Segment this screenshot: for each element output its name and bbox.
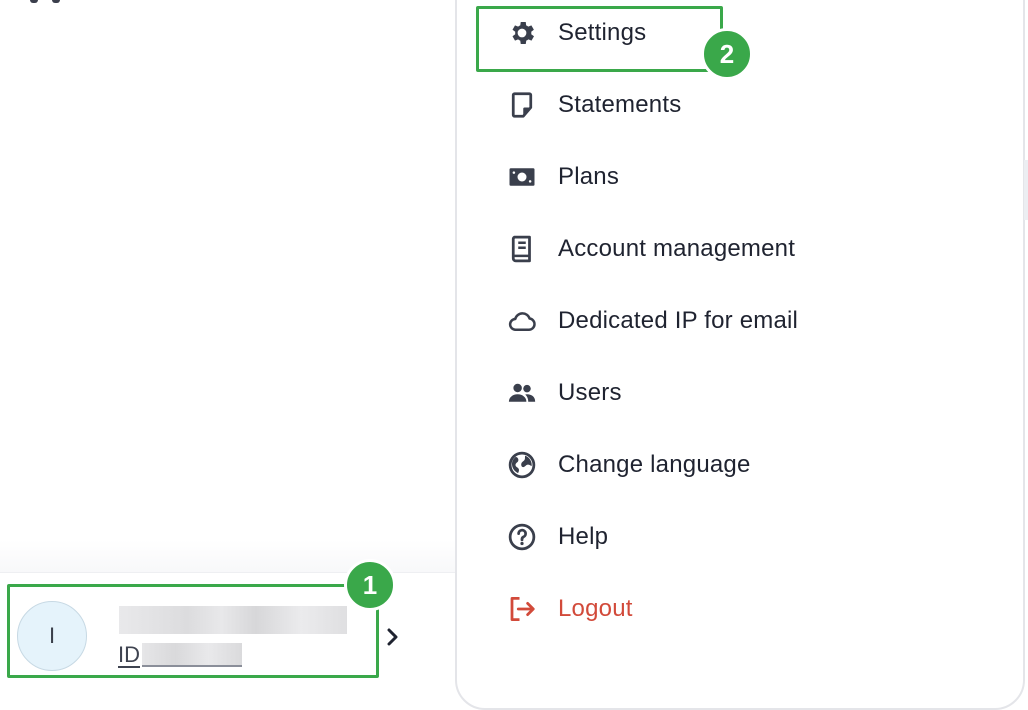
menu-item-dedicated-ip[interactable]: Dedicated IP for email bbox=[497, 296, 798, 346]
account-highlight-box[interactable] bbox=[7, 584, 379, 678]
menu-item-help[interactable]: Help bbox=[497, 512, 608, 562]
document-icon bbox=[497, 89, 551, 121]
menu-item-label: Logout bbox=[558, 595, 633, 622]
money-icon bbox=[497, 161, 551, 193]
menu-item-label: Change language bbox=[558, 451, 751, 478]
logout-icon bbox=[497, 593, 551, 625]
settings-highlight-box bbox=[476, 6, 723, 72]
menu-item-users[interactable]: Users bbox=[497, 368, 622, 418]
menu-item-label: Users bbox=[558, 379, 622, 406]
menu-item-account-management[interactable]: Account management bbox=[497, 224, 795, 274]
menu-item-plans[interactable]: Plans bbox=[497, 152, 619, 202]
menu-item-label: Statements bbox=[558, 91, 682, 118]
scrollbar[interactable] bbox=[1024, 160, 1028, 220]
top-left-icon-fragment bbox=[30, 0, 70, 4]
chevron-right-icon[interactable] bbox=[384, 624, 402, 650]
cloud-icon bbox=[497, 305, 551, 337]
step-badge-1: 1 bbox=[344, 559, 396, 611]
menu-item-logout[interactable]: Logout bbox=[497, 584, 633, 634]
menu-item-change-language[interactable]: Change language bbox=[497, 440, 751, 490]
menu-item-label: Dedicated IP for email bbox=[558, 307, 799, 334]
globe-icon bbox=[497, 449, 551, 481]
menu-item-label: Plans bbox=[558, 163, 620, 190]
users-icon bbox=[497, 377, 551, 409]
menu-item-statements[interactable]: Statements bbox=[497, 80, 681, 130]
menu-item-label: Account management bbox=[558, 235, 796, 262]
step-badge-2: 2 bbox=[701, 28, 753, 80]
book-icon bbox=[497, 233, 551, 265]
menu-item-label: Help bbox=[558, 523, 609, 550]
help-icon bbox=[497, 521, 551, 553]
